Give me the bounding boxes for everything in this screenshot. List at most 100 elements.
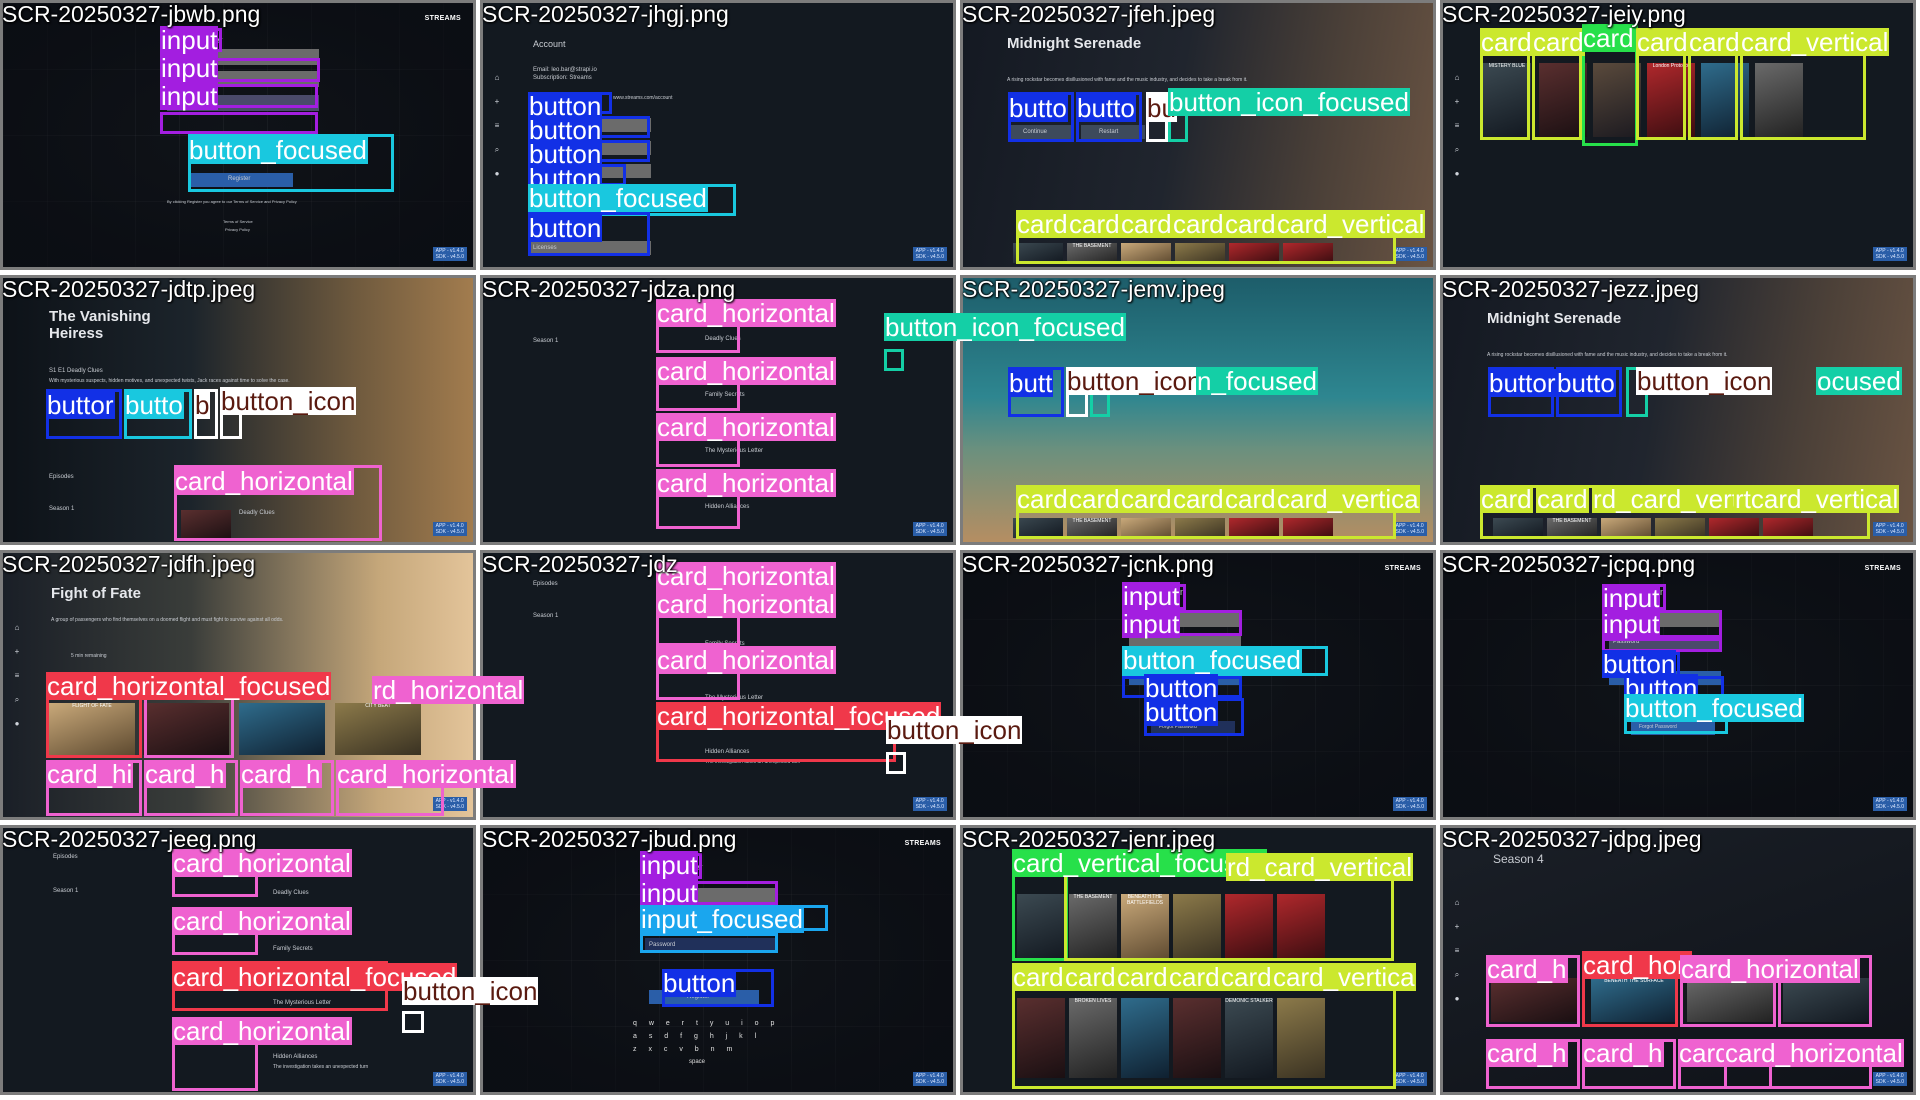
- search-icon[interactable]: ⌕: [1452, 145, 1462, 155]
- home-icon[interactable]: ⌂: [492, 73, 502, 83]
- screenshot-filename: SCR-20250327-jbud.png: [482, 826, 737, 852]
- bbox-label: card_horizontal: [656, 298, 836, 328]
- user-icon[interactable]: ●: [12, 719, 22, 729]
- list-icon[interactable]: ≡: [12, 671, 22, 681]
- home-icon[interactable]: ⌂: [1452, 898, 1462, 908]
- screenshot-tile: ⌂ + ≡ ⌕ ● Account Email: leo.bar@strapi.…: [480, 0, 956, 270]
- list-icon[interactable]: ≡: [1452, 946, 1462, 956]
- version-badge: APP - v1.4.0 SDK - v4.5.0: [912, 522, 947, 536]
- list-icon[interactable]: ≡: [1452, 121, 1462, 131]
- remaining-label: 5 min remaining: [71, 653, 107, 659]
- screenshot-tile: STREAMS Register Password Register By cl…: [0, 0, 476, 270]
- home-icon[interactable]: ⌂: [12, 623, 22, 633]
- bbox-label: card_horizontal: [656, 412, 836, 442]
- sidebar: ⌂ + ≡ ⌕ ●: [489, 73, 505, 193]
- bbox-label: ocused: [1816, 366, 1902, 396]
- sidebar: ⌂ + ≡ ⌕ ●: [1449, 898, 1465, 1018]
- screenshot-filename: SCR-20250327-jcnk.png: [962, 551, 1214, 577]
- screenshot-tile: STREAMS Sign In Forgot Password APP - v1…: [960, 550, 1436, 820]
- add-icon[interactable]: +: [1452, 922, 1462, 932]
- bbox-label: butto: [1008, 93, 1068, 123]
- poster[interactable]: [239, 703, 325, 755]
- home-icon[interactable]: ⌂: [1452, 73, 1462, 83]
- streams-logo: STREAMS: [1864, 565, 1901, 572]
- episode-description: The investigation takes an unexpected tu…: [273, 1064, 369, 1070]
- bbox-label: card_vertical: [1276, 209, 1426, 239]
- episodes-heading: Episodes: [49, 474, 74, 480]
- account-heading: Account: [533, 39, 566, 49]
- bbox-label: card: [1016, 209, 1069, 239]
- search-icon[interactable]: ⌕: [12, 695, 22, 705]
- add-icon[interactable]: +: [1452, 97, 1462, 107]
- poster[interactable]: CITY BEAT: [335, 703, 421, 755]
- sidebar: ⌂ + ≡ ⌕ ●: [9, 623, 25, 743]
- bbox-label: rd_card_vertical: [1226, 852, 1413, 882]
- bbox-label: card_horizontal: [656, 645, 836, 675]
- bbox-label: input: [640, 878, 699, 908]
- bbox-label: card_horizontal: [172, 848, 352, 878]
- bbox-label: rtcard_vertical: [1734, 484, 1900, 514]
- streams-logo: STREAMS: [424, 15, 461, 22]
- show-description: A rising rockstar becomes disillusioned …: [1007, 77, 1248, 83]
- account-subscription: Subscription: Streams: [533, 75, 592, 81]
- bbox-label: input: [640, 850, 699, 880]
- bbox-label: card_hi: [46, 759, 134, 789]
- bbox-label: card_h: [240, 759, 322, 789]
- bbox-label: card_horizontal: [174, 466, 354, 496]
- episode-label: S1 E1 Deadly Clues: [49, 368, 103, 374]
- add-icon[interactable]: +: [492, 97, 502, 107]
- list-icon[interactable]: ≡: [492, 121, 502, 131]
- screenshot-tile: Midnight Serenade A rising rockstar beco…: [960, 0, 1436, 270]
- bbox-label: card: [1120, 209, 1173, 239]
- bbox-label: card_horizontal: [1724, 1038, 1904, 1068]
- bbox-label: card_horizontal: [656, 356, 836, 386]
- show-title: Midnight Serenade: [1007, 35, 1142, 52]
- bbox-button-icon-focused: [884, 349, 904, 371]
- screenshot-tile: ⌂ + ≡ ⌕ ● Fight of Fate A group of passe…: [0, 550, 525, 820]
- terms-link[interactable]: Terms of Service: [223, 219, 253, 224]
- keyboard-row[interactable]: a s d f g h j k l: [633, 1033, 783, 1040]
- user-icon[interactable]: ●: [1452, 994, 1462, 1004]
- episode-title: Deadly Clues: [273, 890, 309, 896]
- bbox-label: card_hori: [1582, 950, 1693, 980]
- search-icon[interactable]: ⌕: [492, 145, 502, 155]
- show-description: A rising rockstar becomes disillusioned …: [1487, 352, 1728, 358]
- season-label: Season 1: [49, 506, 75, 512]
- on-screen-keyboard: q w e r t y u i o p a s d f g h j k l z …: [633, 1018, 783, 1086]
- add-icon[interactable]: +: [12, 647, 22, 657]
- screenshot-filename: SCR-20250327-jbwb.png: [2, 1, 261, 27]
- bbox-label: card: [1120, 484, 1173, 514]
- bbox-label: card_horizontal: [656, 468, 836, 498]
- screenshot-filename: SCR-20250327-jdfh.jpeg: [2, 551, 256, 577]
- bbox-label: input: [1602, 609, 1661, 639]
- search-icon[interactable]: ⌕: [1452, 970, 1462, 980]
- keyboard-row[interactable]: z x c v b n m: [633, 1046, 783, 1053]
- show-description: With mysterious suspects, hidden motives…: [49, 378, 290, 384]
- screenshot-tile: Midnight Serenade A rising rockstar beco…: [1440, 275, 1916, 545]
- bbox-label: button: [1144, 697, 1219, 727]
- account-email: Email: leo.bar@strapi.io: [533, 67, 597, 73]
- bbox-label: card: [1224, 209, 1277, 239]
- bbox-label: card: [1064, 962, 1117, 992]
- show-title: Midnight Serenade: [1487, 310, 1622, 327]
- bbox-label: card: [1220, 962, 1273, 992]
- bbox-label: button: [528, 213, 603, 243]
- bbox-label: button_icon: [1066, 366, 1203, 396]
- screenshot-tile: STREAMS Sign In Password Forgot Password…: [1440, 550, 1916, 820]
- privacy-link[interactable]: Privacy Policy: [225, 227, 250, 232]
- bbox-label: card_vertica: [1276, 484, 1420, 514]
- bbox-label: button_icon: [220, 386, 357, 416]
- version-badge: APP - v1.4.0 SDK - v4.5.0: [912, 1072, 947, 1086]
- bbox-input: [160, 112, 318, 134]
- bbox-label: card: [1068, 484, 1121, 514]
- screenshot-filename: SCR-20250327-jenr.jpeg: [962, 826, 1216, 852]
- version-badge: APP - v1.4.0 SDK - v4.5.0: [432, 247, 467, 261]
- show-title: The Vanishing Heiress: [49, 308, 151, 342]
- screenshot-filename: SCR-20250327-jdpg.jpeg: [1442, 826, 1702, 852]
- user-icon[interactable]: ●: [1452, 169, 1462, 179]
- keyboard-row[interactable]: q w e r t y u i o p: [633, 1020, 783, 1027]
- user-icon[interactable]: ●: [492, 169, 502, 179]
- bbox-label: butto: [124, 390, 184, 420]
- space-key[interactable]: space: [633, 1059, 783, 1065]
- bbox-input-focused: [640, 933, 778, 953]
